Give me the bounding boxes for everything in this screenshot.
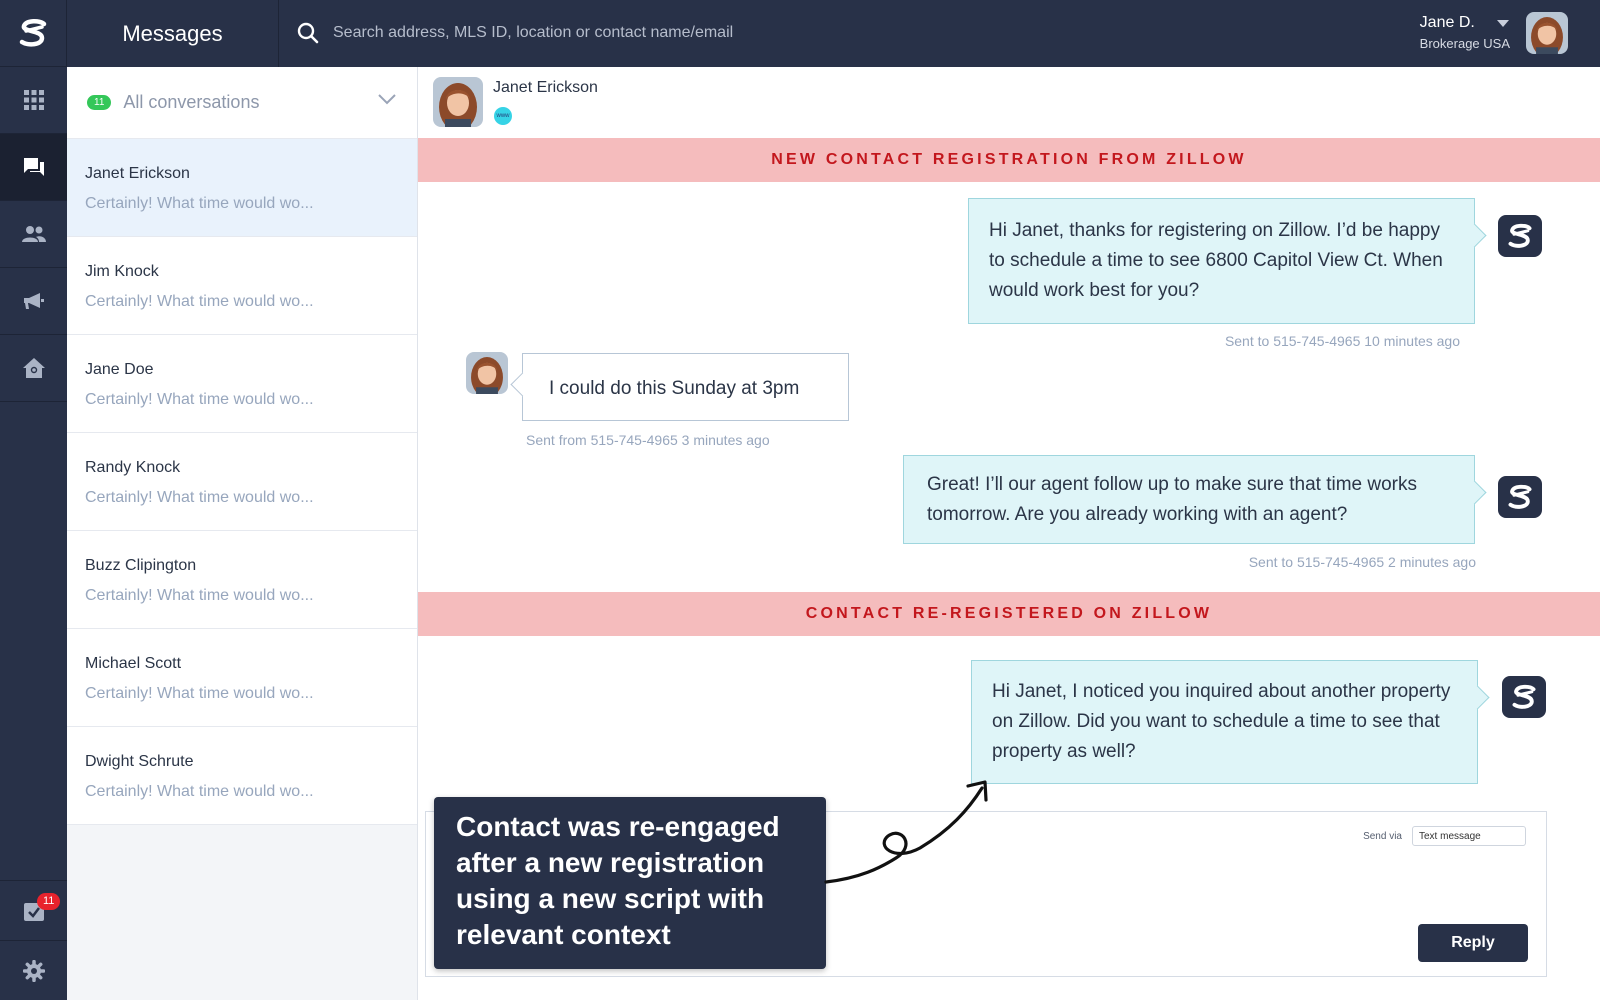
caret-down-icon[interactable] — [1496, 19, 1509, 27]
conversation-item[interactable]: Buzz Clipington Certainly! What time wou… — [67, 531, 417, 629]
outgoing-message: Hi Janet, I noticed you inquired about a… — [971, 660, 1478, 784]
conversation-item[interactable]: Janet Erickson Certainly! What time woul… — [67, 139, 417, 237]
user-menu[interactable]: Jane D. Brokerage USA — [1420, 14, 1510, 51]
chat-header: Janet Erickson www — [418, 67, 1600, 137]
send-via-select[interactable]: Text message — [1412, 826, 1526, 846]
conversation-item[interactable]: Jim Knock Certainly! What time would wo.… — [67, 237, 417, 335]
search-input[interactable] — [333, 24, 973, 42]
top-bar: Messages Jane D. Brokerage USA — [67, 0, 1600, 67]
incoming-message: I could do this Sunday at 3pm — [522, 353, 849, 421]
contact-avatar[interactable] — [433, 77, 483, 127]
contacts-icon[interactable] — [0, 201, 67, 268]
contact-name[interactable]: Janet Erickson — [493, 79, 598, 97]
conversation-item[interactable]: Randy Knock Certainly! What time would w… — [67, 433, 417, 531]
property-search-icon[interactable] — [0, 335, 67, 402]
contact-avatar — [466, 352, 508, 394]
search-bar — [297, 18, 997, 48]
message-meta: Sent from 515-745-4965 3 minutes ago — [526, 432, 770, 448]
tasks-badge: 11 — [37, 893, 61, 910]
agent-logo-icon — [1502, 676, 1546, 718]
conversation-item[interactable]: Jane Doe Certainly! What time would wo..… — [67, 335, 417, 433]
reply-button[interactable]: Reply — [1418, 924, 1528, 962]
conversation-name: Dwight Schrute — [85, 753, 194, 770]
conversation-name: Jim Knock — [85, 263, 159, 280]
message-meta: Sent to 515-745-4965 2 minutes ago — [1248, 554, 1476, 570]
conversation-preview: Certainly! What time would wo... — [85, 489, 314, 506]
conversation-name: Buzz Clipington — [85, 557, 197, 574]
message-meta: Sent to 515-745-4965 10 minutes ago — [1224, 333, 1460, 349]
event-banner: NEW CONTACT REGISTRATION FROM ZILLOW — [418, 138, 1600, 182]
conversation-list: 11 All conversations Janet Erickson Cert… — [67, 67, 418, 1000]
agent-logo-icon — [1498, 215, 1542, 257]
conversation-count-badge: 11 — [87, 95, 112, 110]
annotation-arrow-icon — [824, 780, 988, 884]
chevron-down-icon[interactable] — [377, 93, 397, 105]
tasks-icon[interactable]: 11 — [0, 880, 67, 940]
conversation-item[interactable]: Dwight Schrute Certainly! What time woul… — [67, 727, 417, 825]
annotation-callout: Contact was re-engaged after a new regis… — [434, 797, 826, 969]
conversation-name: Michael Scott — [85, 655, 182, 672]
conversation-preview: Certainly! What time would wo... — [85, 293, 314, 310]
web-source-icon: www — [494, 107, 512, 125]
search-icon — [297, 22, 319, 44]
conversation-preview: Certainly! What time would wo... — [85, 587, 314, 604]
outgoing-message: Hi Janet, thanks for registering on Zill… — [968, 198, 1475, 324]
icon-rail: 11 — [0, 0, 67, 1000]
conversation-preview: Certainly! What time would wo... — [85, 783, 314, 800]
conversation-preview: Certainly! What time would wo... — [85, 195, 314, 212]
settings-gear-icon[interactable] — [0, 940, 67, 1000]
apps-grid-icon[interactable] — [0, 67, 67, 134]
messages-icon[interactable] — [0, 134, 67, 201]
event-banner: CONTACT RE-REGISTERED ON ZILLOW — [418, 592, 1600, 636]
user-name: Jane D. — [1419, 14, 1475, 31]
page-title: Messages — [67, 0, 279, 67]
conversation-name: Randy Knock — [85, 459, 181, 476]
conversation-filter[interactable]: 11 All conversations — [67, 67, 417, 139]
conversation-item[interactable]: Michael Scott Certainly! What time would… — [67, 629, 417, 727]
conversation-preview: Certainly! What time would wo... — [85, 391, 314, 408]
megaphone-icon[interactable] — [0, 268, 67, 335]
send-via: Send via Text message — [1363, 826, 1526, 846]
user-avatar[interactable] — [1526, 12, 1568, 54]
app-logo-icon[interactable] — [0, 0, 67, 67]
outgoing-message: Great! I’ll our agent follow up to make … — [903, 455, 1475, 544]
user-org: Brokerage USA — [1419, 36, 1510, 51]
conversation-preview: Certainly! What time would wo... — [85, 685, 314, 702]
conversation-name: Jane Doe — [85, 361, 154, 378]
agent-logo-icon — [1498, 476, 1542, 518]
conversation-name: Janet Erickson — [85, 165, 190, 182]
send-via-label: Send via — [1363, 830, 1402, 842]
conversation-filter-label: All conversations — [123, 92, 260, 112]
